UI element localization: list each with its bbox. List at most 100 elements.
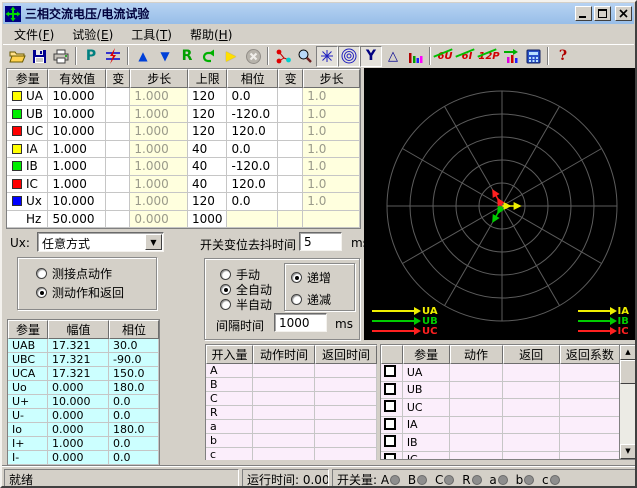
bar-chart-icon[interactable] [404,46,426,67]
action-cell [450,452,503,461]
fault-icon[interactable] [102,46,124,67]
checkbox[interactable] [384,418,396,430]
rms-cell[interactable]: 1.000 [48,176,106,194]
help-icon[interactable]: ? [552,46,574,67]
menu-file[interactable]: 文件(F) [7,25,61,44]
six-current-icon[interactable]: 6I [456,46,478,67]
checkbox[interactable] [384,453,396,460]
print-icon[interactable] [50,46,72,67]
rms-cell[interactable]: 10.000 [48,88,106,106]
radio-decrement[interactable]: 递减 [291,291,331,308]
limit-cell[interactable]: 120 [188,193,227,211]
menu-help[interactable]: 帮助(H) [183,25,239,44]
limit-cell[interactable]: 120 [188,88,227,106]
phase-setting-icon[interactable]: P [80,46,102,67]
checkbox[interactable] [384,383,396,395]
delta-connection-icon[interactable]: △ [382,46,404,67]
undo-icon[interactable] [198,46,220,67]
limit-cell[interactable]: 40 [188,176,227,194]
vary-cell[interactable] [278,88,303,106]
twelve-phase-icon[interactable]: 12P [478,46,500,67]
radio-icon[interactable] [36,287,47,298]
return-cell [503,434,560,452]
zoom-icon[interactable] [294,46,316,67]
checkbox[interactable] [384,435,396,447]
vary-cell[interactable] [106,88,130,106]
ux-mode-combobox[interactable]: 任意方式 ▼ [37,232,164,252]
calculator-icon[interactable] [522,46,544,67]
radio-icon[interactable] [220,269,231,280]
rms-cell[interactable]: 1.000 [48,141,106,159]
radio-icon[interactable] [291,294,302,305]
vary-cell[interactable] [106,193,130,211]
wye-connection-icon[interactable]: Y [360,46,382,67]
start-icon[interactable]: ▶ [220,46,242,67]
radio-icon[interactable] [220,299,231,310]
close-button[interactable] [615,6,632,21]
limit-cell[interactable]: 1000 [188,211,227,229]
phase-cell[interactable]: 120.0 [227,123,278,141]
return-cell [503,417,560,435]
open-file-icon[interactable] [6,46,28,67]
vector-diagram-icon[interactable] [272,46,294,67]
phase-cell[interactable]: 120.0 [227,176,278,194]
scroll-up-icon[interactable]: ▲ [620,345,636,360]
minimize-button[interactable] [575,6,592,21]
vary-cell[interactable] [106,176,130,194]
vary-cell[interactable] [106,211,130,229]
phase-cell[interactable]: -120.0 [227,158,278,176]
save-icon[interactable] [28,46,50,67]
vary-cell[interactable] [106,141,130,159]
limit-cell[interactable]: 120 [188,123,227,141]
checkbox[interactable] [384,365,396,377]
vertical-scrollbar[interactable]: ▲ ▼ [619,345,635,459]
rms-cell[interactable]: 50.000 [48,211,106,229]
increase-icon[interactable]: ▲ [132,46,154,67]
vary-cell[interactable] [106,158,130,176]
phase-cell[interactable]: 0.0 [227,88,278,106]
circles-view-icon[interactable] [338,46,360,67]
limit-cell[interactable]: 40 [188,141,227,159]
decrease-icon[interactable]: ▼ [154,46,176,67]
vary-cell[interactable] [278,193,303,211]
step-cell: 1.0 [303,141,360,159]
vary-cell[interactable] [106,106,130,124]
app-window: 三相交流电压/电流试验 文件(F) 试验(E) 工具(T) 帮助(H) P ▲ … [0,0,637,488]
radio-icon[interactable] [220,284,231,295]
vary-cell[interactable] [278,176,303,194]
phase-cell[interactable]: -120.0 [227,106,278,124]
harmonics-icon[interactable] [500,46,522,67]
radio-contact-action[interactable]: 测接点动作 [36,265,112,282]
vary-cell[interactable] [278,141,303,159]
menu-test[interactable]: 试验(E) [65,25,120,44]
chevron-down-icon[interactable]: ▼ [145,234,162,250]
scroll-down-icon[interactable]: ▼ [620,444,636,459]
vary-cell[interactable] [278,123,303,141]
reset-icon[interactable]: R [176,46,198,67]
limit-cell[interactable]: 40 [188,158,227,176]
phase-cell[interactable]: 0.0 [227,141,278,159]
radio-action-return[interactable]: 测动作和返回 [36,284,124,301]
six-voltage-icon[interactable]: 6U [434,46,456,67]
din-row: R [206,406,377,420]
radio-icon[interactable] [36,268,47,279]
rays-view-icon[interactable] [316,46,338,67]
radio-semi-auto[interactable]: 半自动 [220,296,272,313]
debounce-input[interactable]: 5 [299,232,342,251]
rms-cell[interactable]: 10.000 [48,193,106,211]
scroll-thumb[interactable] [620,360,636,384]
vary-cell[interactable] [278,106,303,124]
vary-cell[interactable] [106,123,130,141]
rms-cell[interactable]: 10.000 [48,106,106,124]
interval-input[interactable]: 1000 [274,313,327,332]
checkbox[interactable] [384,400,396,412]
rms-cell[interactable]: 10.000 [48,123,106,141]
radio-icon[interactable] [291,272,302,283]
radio-increment[interactable]: 递增 [291,269,331,286]
maximize-button[interactable] [594,6,611,21]
rms-cell[interactable]: 1.000 [48,158,106,176]
menu-tools[interactable]: 工具(T) [124,25,179,44]
limit-cell[interactable]: 120 [188,106,227,124]
vary-cell[interactable] [278,158,303,176]
phase-cell[interactable]: 0.0 [227,193,278,211]
